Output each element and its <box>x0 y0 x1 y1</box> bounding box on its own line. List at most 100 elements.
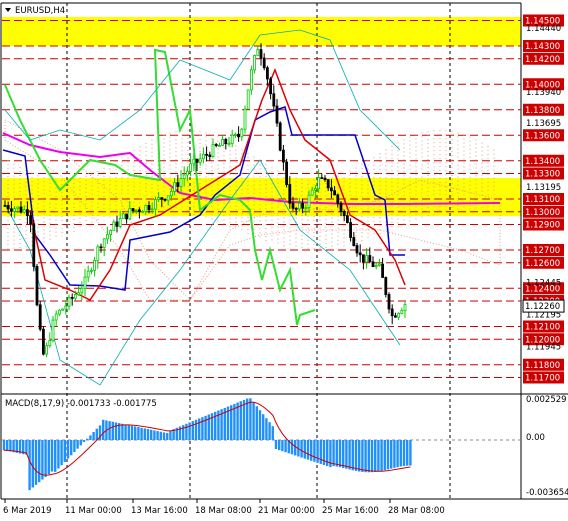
macd-bar <box>274 440 278 450</box>
resistance-zone <box>2 17 521 46</box>
candle-body <box>240 128 244 138</box>
macd-bar <box>342 440 345 468</box>
macd-bar <box>50 440 54 472</box>
macd-bar <box>393 440 396 468</box>
candle-body <box>109 230 112 236</box>
macd-bar <box>303 440 306 459</box>
candle-body <box>185 170 189 176</box>
candle-body <box>173 182 177 192</box>
candle-body <box>349 222 353 238</box>
candle-body <box>38 304 42 330</box>
candle-body <box>74 294 77 299</box>
macd-bar <box>306 440 310 460</box>
candle-body <box>96 246 100 261</box>
candle-body <box>93 259 96 271</box>
macd-bar <box>6 440 9 451</box>
macd-bar <box>268 422 271 440</box>
candle-body <box>262 57 266 69</box>
level-label: 1.14300 <box>525 42 560 52</box>
candle-body <box>64 305 68 310</box>
candle-body <box>176 182 180 187</box>
macd-bar <box>374 440 377 472</box>
macd-bar <box>34 440 38 485</box>
macd-bar <box>194 419 198 440</box>
macd-bar <box>146 429 150 440</box>
macd-bar <box>310 440 313 461</box>
level-label: 1.13800 <box>525 106 560 116</box>
candle-body <box>134 209 138 212</box>
macd-bar <box>182 425 185 440</box>
candle-body <box>317 177 321 190</box>
candle-body <box>48 340 52 347</box>
level-label: 1.13600 <box>525 131 560 141</box>
candle-body <box>137 209 141 212</box>
macd-bar <box>47 440 50 475</box>
macd-bar <box>191 421 194 440</box>
macd-bar <box>271 426 274 440</box>
candle-body <box>45 345 48 355</box>
candle-body <box>163 198 167 201</box>
macd-bar <box>185 423 188 440</box>
macd-bar <box>95 428 98 440</box>
level-lines <box>2 20 521 441</box>
macd-bar <box>367 440 370 473</box>
candle-body <box>211 144 215 157</box>
candle-body <box>22 209 26 213</box>
macd-bar <box>124 424 127 440</box>
macd-bar <box>82 440 86 442</box>
macd-bar <box>249 398 252 440</box>
candle-body <box>80 287 84 294</box>
macd-bar <box>198 418 201 440</box>
candle-body <box>214 144 218 146</box>
macd-bar <box>399 440 402 467</box>
candle-body <box>329 187 333 192</box>
price-tick-label: 1.12445 <box>526 279 561 289</box>
candle-body <box>160 197 164 200</box>
macd-bar <box>258 410 262 440</box>
chart-canvas[interactable]: 1.145001.143001.142001.140001.138001.136… <box>0 0 568 521</box>
macd-bar <box>159 431 162 440</box>
candle-body <box>221 139 225 146</box>
level-label: 1.11800 <box>525 361 560 371</box>
candle-body <box>326 179 330 189</box>
candle-body <box>35 265 39 306</box>
candle-body <box>358 252 362 256</box>
level-label: 1.12900 <box>525 221 560 231</box>
macd-bar <box>66 440 70 459</box>
macd-bar <box>246 398 249 440</box>
macd-bar <box>31 440 34 488</box>
macd-bar <box>76 440 79 449</box>
candle-body <box>352 237 356 247</box>
candle-body <box>157 197 161 200</box>
candle-body <box>118 218 122 227</box>
candle-body <box>377 263 381 266</box>
macd-bar <box>57 440 60 469</box>
candle-body <box>291 202 295 209</box>
macd-bar <box>361 440 364 472</box>
macd-bar <box>63 440 66 462</box>
macd-bar <box>134 426 137 440</box>
macd-bar <box>143 428 146 440</box>
macd-bar <box>377 440 380 472</box>
macd-bar <box>38 440 41 483</box>
candle-body <box>99 246 103 249</box>
time-label: 18 Mar 08:00 <box>195 506 252 516</box>
candle-body <box>336 194 340 204</box>
trading-chart-window[interactable]: 1.14500 1.14300 1.14200 1.14000 1.13800 1.136… <box>0 0 568 521</box>
candle-body <box>195 158 199 163</box>
candle-body <box>301 203 305 209</box>
macd-bar <box>79 440 82 446</box>
macd-scale-label: 0.002529 <box>526 395 567 405</box>
level-label: 1.14200 <box>525 55 560 65</box>
symbol-dropdown-icon[interactable] <box>5 8 11 12</box>
macd-bar <box>137 427 140 440</box>
candle-body <box>67 296 71 307</box>
candle-body <box>233 133 237 136</box>
candle-body <box>246 89 250 110</box>
macd-bar <box>111 421 114 440</box>
macd-bar <box>166 433 169 440</box>
macd-bar <box>236 402 239 440</box>
macd-bar <box>153 430 156 440</box>
candle-body <box>265 67 269 80</box>
macd-bar <box>89 435 92 440</box>
